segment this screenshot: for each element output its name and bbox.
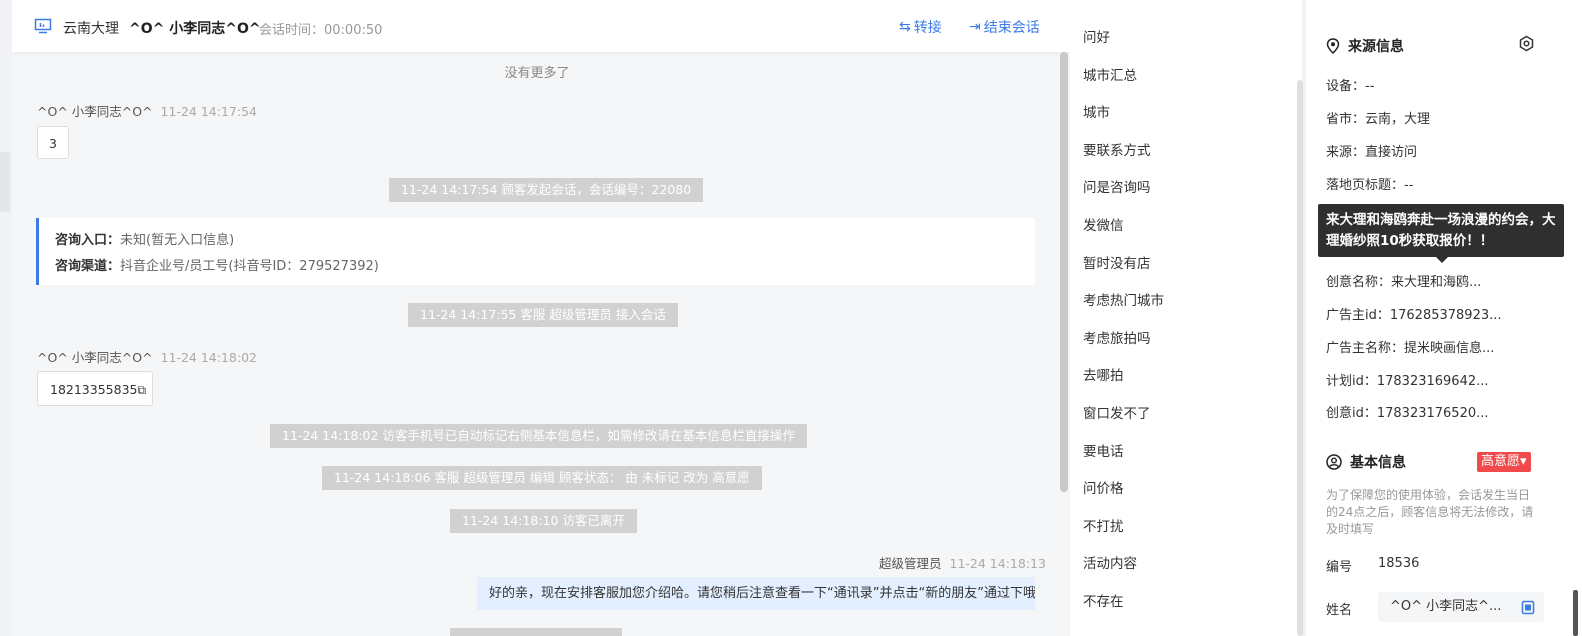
visitor-message-bubble: 3	[37, 126, 69, 159]
monitor-icon	[34, 18, 52, 34]
id-value: 18536	[1378, 556, 1420, 571]
edit-notice: 为了保障您的使用体验，会话发生当日的24点之后，顾客信息将无法修改，请及时填写	[1326, 488, 1534, 536]
tooltip-arrow	[1436, 257, 1448, 263]
visitor-message-bubble: 18213355835⧉	[37, 371, 153, 406]
system-message: 11-24 14:17:54 顾客发起会话，会话编号：22080	[389, 178, 704, 202]
end-session-button[interactable]: ⇥ 结束会话	[969, 17, 1040, 37]
intent-status-dropdown[interactable]: 高意愿▾	[1477, 452, 1531, 472]
field-device: 设备：--	[1326, 79, 1375, 94]
quick-reply-item[interactable]: 发微信	[1083, 214, 1124, 234]
copy-icon[interactable]: ⧉	[137, 383, 146, 397]
system-message: 11-24 14:18:06 客服 超级管理员 编辑 顾客状态： 由 未标记 改…	[322, 466, 762, 490]
field-advertiser-id: 广告主id：176285378923...	[1326, 308, 1502, 323]
agent-message-bubble: 好的亲，现在安排客服加您介绍哈。请您稍后注意查看一下“通讯录”并点击“新的朋友”…	[477, 577, 1035, 610]
quick-reply-item[interactable]: 问价格	[1083, 477, 1124, 497]
channel-row: 咨询渠道：抖音企业号/员工号(抖音号ID：279527392)	[55, 259, 379, 274]
settings-icon[interactable]	[1518, 35, 1535, 52]
visitor-name: ^O^ 小李同志^O^	[129, 21, 261, 37]
user-circle-icon	[1326, 454, 1342, 470]
source-info-title: 来源信息	[1326, 36, 1404, 56]
field-creative-name: 创意名称：来大理和海鸥...	[1326, 275, 1482, 290]
agent-message-meta: 超级管理员 11-24 14:18:13	[879, 556, 1046, 571]
system-message: 11-24 14:18:02 访客手机号已自动标记右侧基本信息栏，如需修改请在基…	[270, 424, 807, 448]
id-label: 编号	[1326, 560, 1353, 575]
quick-reply-item[interactable]: 去哪拍	[1083, 364, 1124, 384]
quick-reply-item[interactable]: 城市	[1083, 101, 1110, 121]
quick-reply-panel: 问好城市汇总城市要联系方式问是咨询吗发微信暂时没有店考虑热门城市 考虑旅拍吗去哪拍…	[1070, 0, 1302, 636]
system-message: 11-24 14:17:55 客服 超级管理员 接入会话	[408, 303, 678, 327]
transfer-button[interactable]: ⇆ 转接	[899, 17, 942, 37]
quick-reply-item[interactable]: 要电话	[1083, 440, 1124, 460]
quick-reply-item[interactable]: 考虑旅拍吗	[1083, 327, 1151, 347]
transfer-icon: ⇆	[899, 19, 911, 35]
chat-header: 云南大理 ^O^ 小李同志^O^ 会话时间：00:00:50 ⇆ 转接 ⇥ 结束…	[12, 0, 1070, 52]
creative-name-tooltip: 来大理和海鸥奔赴一场浪漫的约会，大理婚纱照10秒获取报价！！	[1318, 204, 1564, 257]
edit-name-icon[interactable]	[1521, 600, 1535, 615]
message-meta: ^O^ 小李同志^O^ 11-24 14:17:54	[37, 104, 257, 119]
entry-info-card: 咨询入口：未知(暂无入口信息) 咨询渠道：抖音企业号/员工号(抖音号ID：279…	[36, 218, 1035, 285]
field-source: 来源：直接访问	[1326, 145, 1418, 160]
field-plan-id: 计划id：178323169642...	[1326, 374, 1489, 389]
quick-reply-item[interactable]: 问是咨询吗	[1083, 176, 1151, 196]
left-edge	[0, 0, 12, 636]
system-message-partial	[450, 628, 622, 636]
quick-reply-item[interactable]: 要联系方式	[1083, 139, 1151, 159]
location-pin-icon	[1326, 38, 1340, 54]
session-timer: 会话时间：00:00:50	[259, 23, 383, 38]
chat-panel: 云南大理 ^O^ 小李同志^O^ 会话时间：00:00:50 ⇆ 转接 ⇥ 结束…	[12, 0, 1070, 636]
message-meta: ^O^ 小李同志^O^ 11-24 14:18:02	[37, 350, 257, 365]
name-field[interactable]: ^O^ 小李同志^...	[1378, 592, 1544, 622]
quick-reply-item[interactable]: 活动内容	[1083, 552, 1137, 572]
field-city: 省市：云南，大理	[1326, 112, 1431, 127]
quick-reply-item[interactable]: 问好	[1083, 26, 1110, 46]
system-message: 11-24 14:18:10 访客已离开	[450, 509, 637, 533]
exit-icon: ⇥	[969, 19, 981, 35]
quick-reply-scrollbar[interactable]	[1297, 80, 1303, 636]
no-more-history[interactable]: 没有更多了	[12, 62, 1062, 81]
quick-reply-item[interactable]: 不存在	[1083, 590, 1124, 610]
collapsed-tab[interactable]	[0, 152, 10, 212]
info-panel: 来源信息 设备：-- 省市：云南，大理 来源：直接访问 落地页标题：-- 创意名…	[1306, 0, 1582, 636]
info-scrollbar[interactable]	[1573, 590, 1578, 636]
quick-reply-item[interactable]: 窗口发不了	[1083, 402, 1151, 422]
chat-scrollbar[interactable]	[1060, 52, 1068, 492]
visitor-region: 云南大理	[63, 21, 119, 37]
name-label: 姓名	[1326, 603, 1353, 618]
entry-row: 咨询入口：未知(暂无入口信息)	[55, 233, 235, 248]
quick-reply-item[interactable]: 暂时没有店	[1083, 252, 1151, 272]
field-landing-title: 落地页标题：--	[1326, 178, 1414, 193]
quick-reply-item[interactable]: 不打扰	[1083, 515, 1124, 535]
field-creative-id: 创意id：178323176520...	[1326, 406, 1489, 421]
field-advertiser-name: 广告主名称：提米映画信息...	[1326, 341, 1495, 356]
basic-info-title: 基本信息	[1326, 452, 1406, 472]
quick-reply-item[interactable]: 考虑热门城市	[1083, 289, 1164, 309]
quick-reply-item[interactable]: 城市汇总	[1083, 64, 1137, 84]
